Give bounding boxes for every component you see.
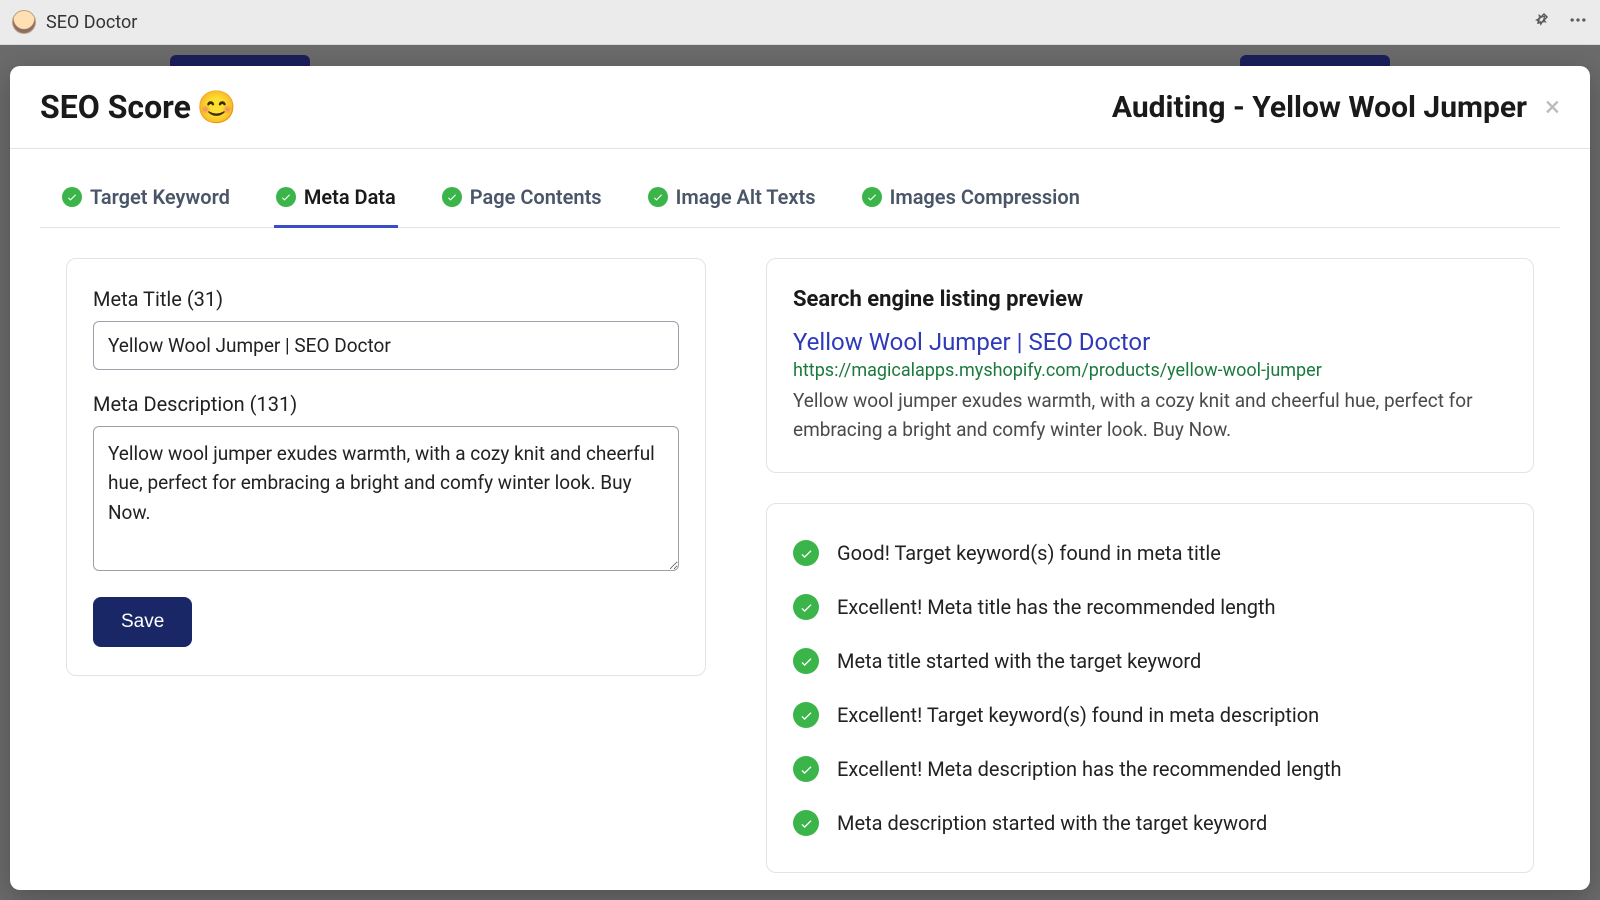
check-text: Good! Target keyword(s) found in meta ti…: [837, 541, 1221, 565]
topbar-right: [1532, 10, 1588, 34]
modal-body: Meta Title (31) Meta Description (131) S…: [10, 228, 1590, 890]
check-text: Meta description started with the target…: [837, 811, 1267, 835]
pin-icon[interactable]: [1532, 11, 1550, 33]
check-row: Excellent! Target keyword(s) found in me…: [793, 688, 1507, 742]
check-row: Meta description started with the target…: [793, 796, 1507, 850]
meta-title-label: Meta Title (31): [93, 287, 679, 311]
tab-label: Images Compression: [890, 185, 1080, 209]
meta-title-input[interactable]: [93, 321, 679, 370]
tab-meta-data[interactable]: Meta Data: [274, 171, 398, 228]
left-column: Meta Title (31) Meta Description (131) S…: [66, 258, 706, 860]
check-row: Excellent! Meta title has the recommende…: [793, 580, 1507, 634]
tab-image-alt-texts[interactable]: Image Alt Texts: [646, 171, 818, 228]
check-text: Excellent! Meta description has the reco…: [837, 757, 1342, 781]
check-icon: [62, 187, 82, 207]
check-icon: [793, 810, 819, 836]
serp-title: Yellow Wool Jumper | SEO Doctor: [793, 328, 1507, 356]
score-title-text: SEO Score: [40, 88, 191, 126]
tab-label: Page Contents: [470, 185, 602, 209]
tab-label: Meta Data: [304, 185, 396, 209]
tab-page-contents[interactable]: Page Contents: [440, 171, 604, 228]
meta-description-label: Meta Description (131): [93, 392, 679, 416]
auditing-title: Auditing - Yellow Wool Jumper: [1112, 90, 1527, 125]
tab-target-keyword[interactable]: Target Keyword: [60, 171, 232, 228]
topbar-left: SEO Doctor: [12, 10, 137, 34]
check-row: Excellent! Meta description has the reco…: [793, 742, 1507, 796]
meta-data-form-card: Meta Title (31) Meta Description (131) S…: [66, 258, 706, 676]
tab-label: Target Keyword: [90, 185, 230, 209]
save-button[interactable]: Save: [93, 597, 192, 647]
checks-card: Good! Target keyword(s) found in meta ti…: [766, 503, 1534, 873]
preview-heading: Search engine listing preview: [793, 287, 1507, 312]
check-text: Excellent! Meta title has the recommende…: [837, 595, 1276, 619]
check-icon: [793, 756, 819, 782]
serp-description: Yellow wool jumper exudes warmth, with a…: [793, 387, 1507, 444]
check-icon: [276, 187, 296, 207]
check-icon: [648, 187, 668, 207]
modal-header-right: Auditing - Yellow Wool Jumper ×: [1112, 90, 1560, 125]
app-logo-icon: [12, 10, 36, 34]
check-row: Good! Target keyword(s) found in meta ti…: [793, 526, 1507, 580]
check-icon: [793, 540, 819, 566]
check-icon: [442, 187, 462, 207]
tabs: Target Keyword Meta Data Page Contents Imag…: [40, 171, 1560, 228]
tab-label: Image Alt Texts: [676, 185, 816, 209]
modal-header: SEO Score 😊 Auditing - Yellow Wool Jumpe…: [10, 66, 1590, 149]
app-name: SEO Doctor: [46, 12, 137, 33]
check-icon: [793, 702, 819, 728]
smile-emoji-icon: 😊: [197, 88, 237, 126]
top-bar: SEO Doctor: [0, 0, 1600, 45]
serp-url: https://magicalapps.myshopify.com/produc…: [793, 360, 1507, 381]
check-icon: [793, 648, 819, 674]
check-icon: [793, 594, 819, 620]
meta-description-textarea[interactable]: [93, 426, 679, 571]
check-text: Meta title started with the target keywo…: [837, 649, 1201, 673]
seo-audit-modal: SEO Score 😊 Auditing - Yellow Wool Jumpe…: [10, 66, 1590, 890]
more-icon[interactable]: [1568, 10, 1588, 34]
check-icon: [862, 187, 882, 207]
serp-preview-card: Search engine listing preview Yellow Woo…: [766, 258, 1534, 473]
close-icon[interactable]: ×: [1545, 93, 1560, 121]
tab-images-compression[interactable]: Images Compression: [860, 171, 1082, 228]
right-column: Search engine listing preview Yellow Woo…: [766, 258, 1534, 860]
check-text: Excellent! Target keyword(s) found in me…: [837, 703, 1319, 727]
check-row: Meta title started with the target keywo…: [793, 634, 1507, 688]
seo-score-title: SEO Score 😊: [40, 88, 237, 126]
